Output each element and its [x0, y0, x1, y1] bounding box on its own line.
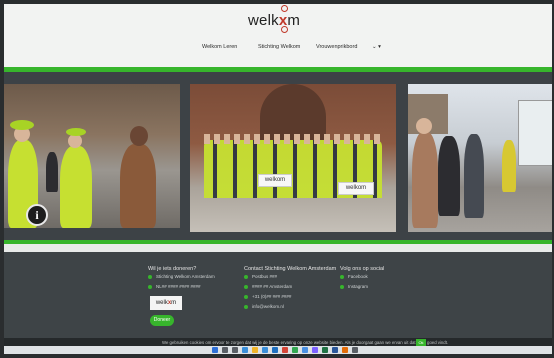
location-icon	[244, 285, 248, 289]
mail-app-icon[interactable]	[272, 347, 278, 353]
person-background	[464, 134, 484, 218]
footer-row: Instagram	[340, 284, 384, 292]
nav-item-language[interactable]: ⌄ ▾	[372, 44, 381, 50]
footer-phone[interactable]: +31 (0)## ### ####	[252, 294, 291, 299]
person-background	[46, 152, 58, 192]
footer-text: #### ## Amsterdam	[252, 284, 293, 289]
bus	[518, 100, 552, 166]
footer-row: Stichting Welkom Amsterdam	[148, 274, 215, 282]
bullet-icon	[148, 285, 152, 289]
location-icon	[244, 275, 248, 279]
person-man	[412, 132, 438, 228]
person-background	[438, 136, 460, 216]
footer-social-link[interactable]: Facebook	[348, 274, 368, 279]
gallery-photo-left[interactable]: i	[4, 84, 180, 228]
footer-row: +31 (0)## ### ####	[244, 294, 336, 302]
nav-item-vrouwenprikbord[interactable]: Vrouwenprikbord	[316, 44, 357, 50]
folder-icon[interactable]	[252, 347, 258, 353]
person-vest	[60, 146, 92, 228]
instagram-icon	[340, 285, 344, 289]
site-logo[interactable]: welkxm	[248, 5, 318, 36]
footer-row: Postbus ###	[244, 274, 336, 282]
app-icon[interactable]	[302, 347, 308, 353]
footer-row: Facebook	[340, 274, 384, 282]
logo-mark: x	[278, 5, 288, 33]
info-icon[interactable]: i	[26, 204, 48, 226]
footer-row: info@welkom.nl	[244, 304, 336, 312]
site-footer: Wil je iets doneren? Stichting Welkom Am…	[4, 252, 552, 354]
footer-row: #### ## Amsterdam	[244, 284, 336, 292]
store-icon[interactable]	[262, 347, 268, 353]
edge-icon[interactable]	[242, 347, 248, 353]
photo-gallery: i welkom welkom	[4, 72, 552, 240]
footer-column-donate: Wil je iets doneren? Stichting Welkom Am…	[148, 266, 215, 292]
person-head	[68, 134, 82, 148]
excel-icon[interactable]	[322, 347, 328, 353]
person-vest	[502, 140, 516, 192]
logo-suffix: m	[171, 300, 177, 306]
footer-heading-contact: Contact Stichting Welkom Amsterdam	[244, 266, 337, 272]
app-icon[interactable]	[312, 347, 318, 353]
footer-social-link[interactable]: Instagram	[348, 284, 368, 289]
task-view-icon[interactable]	[232, 347, 238, 353]
gallery-photo-right[interactable]	[408, 84, 552, 232]
word-icon[interactable]	[332, 347, 338, 353]
mail-icon	[244, 305, 248, 309]
os-taskbar	[4, 346, 552, 354]
cap	[66, 128, 86, 136]
divider-band	[4, 244, 552, 252]
footer-heading-donate: Wil je iets doneren?	[148, 266, 197, 272]
cap	[10, 120, 34, 130]
nav-item-welkom-leren[interactable]: Welkom Leren	[202, 44, 237, 50]
logo-prefix: welk	[155, 300, 168, 306]
cookie-text: We gebruiken cookies om ervoor te zorgen…	[162, 340, 449, 345]
app-icon[interactable]	[282, 347, 288, 353]
app-icon[interactable]	[342, 347, 348, 353]
bullet-icon	[148, 275, 152, 279]
search-icon[interactable]	[222, 347, 228, 353]
person-woman	[120, 144, 156, 228]
app-icon[interactable]	[292, 347, 298, 353]
app-icon[interactable]	[352, 347, 358, 353]
footer-column-social: Volg ons op social Facebook Instagram	[340, 266, 384, 292]
group-heads	[204, 134, 382, 144]
nav-item-stichting-welkom[interactable]: Stichting Welkom	[258, 44, 300, 50]
banner-left: welkom	[258, 174, 292, 187]
logo-prefix: welk	[248, 12, 279, 29]
banner-right: welkom	[338, 182, 374, 195]
site-header: welkxm Welkom Leren Stichting Welkom Vro…	[4, 4, 552, 67]
donate-button[interactable]: Doneer	[150, 315, 174, 326]
footer-column-contact: Contact Stichting Welkom Amsterdam Postb…	[244, 266, 336, 312]
main-nav: Welkom Leren Stichting Welkom Vrouwenpri…	[4, 44, 552, 56]
browser-screen: welkxm Welkom Leren Stichting Welkom Vro…	[4, 4, 552, 354]
person-head	[416, 118, 432, 134]
person-head	[130, 126, 148, 146]
footer-text: Stichting Welkom Amsterdam	[156, 274, 215, 279]
gallery-photo-center[interactable]: welkom welkom	[190, 84, 396, 232]
logo-suffix: m	[287, 12, 301, 29]
facebook-icon	[340, 275, 344, 279]
footer-row: NL## #### #### ####	[148, 284, 201, 292]
footer-email[interactable]: info@welkom.nl	[252, 304, 284, 309]
footer-text: Postbus ###	[252, 274, 278, 279]
footer-logo[interactable]: welkxm	[150, 296, 182, 310]
footer-text: NL## #### #### ####	[156, 284, 201, 289]
windows-start-icon[interactable]	[212, 347, 218, 353]
cookie-ok-button[interactable]: Ok	[416, 339, 426, 346]
footer-heading-social: Volg ons op social	[340, 266, 385, 272]
phone-icon	[244, 295, 248, 299]
